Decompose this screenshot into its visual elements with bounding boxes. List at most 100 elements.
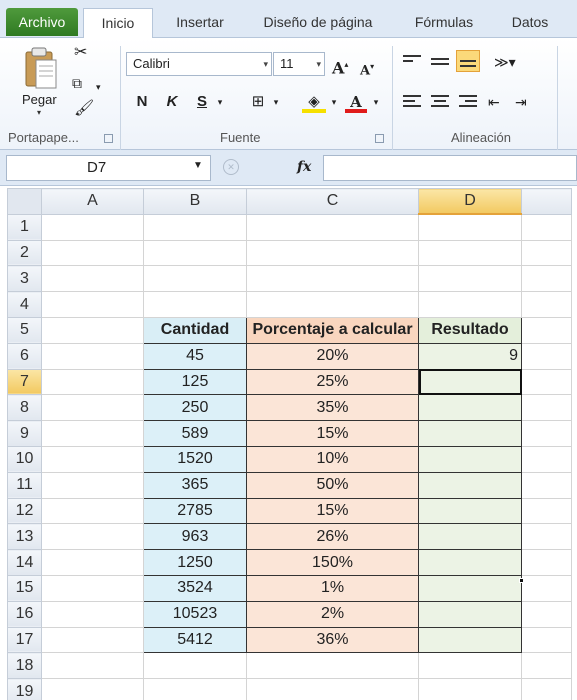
cell-porcentaje[interactable]: 150% [246,549,419,576]
cell-e[interactable] [521,368,572,396]
borders-icon[interactable]: ⊞ [246,91,270,113]
format-painter-icon[interactable]: 🖌 [74,100,94,118]
header-cantidad[interactable]: Cantidad [143,316,247,344]
cell-e[interactable] [521,342,572,370]
row-header[interactable]: 9 [7,420,42,447]
row-header[interactable]: 11 [7,471,42,499]
cell-cantidad[interactable]: 10523 [143,600,247,628]
cell-porcentaje[interactable]: 35% [246,394,419,422]
cell-d[interactable] [418,239,522,267]
cell-a[interactable] [41,600,144,628]
cell-resultado[interactable] [418,600,522,628]
copy-icon[interactable]: ⧉ [72,74,82,92]
fill-dropdown-icon[interactable]: ▾ [328,91,340,113]
cell-cantidad[interactable]: 589 [143,420,247,447]
cell-a[interactable] [41,678,144,700]
tab-diseno-pagina[interactable]: Diseño de página [248,8,388,38]
cell-e[interactable] [521,574,572,602]
header-resultado[interactable]: Resultado [418,316,522,344]
row-header[interactable]: 5 [7,316,42,344]
cell-porcentaje[interactable]: 15% [246,420,419,447]
cell-cantidad[interactable]: 963 [143,523,247,551]
align-middle-icon[interactable] [428,52,452,74]
select-all-corner[interactable] [7,188,42,215]
cell-d[interactable] [418,652,522,680]
cell-cantidad[interactable]: 2785 [143,497,247,525]
cell-a[interactable] [41,368,144,396]
cell-cantidad[interactable]: 45 [143,342,247,370]
cell-cantidad[interactable]: 3524 [143,574,247,602]
row-header[interactable]: 12 [7,497,42,525]
cut-icon[interactable]: ✂ [74,44,87,62]
font-launcher-icon[interactable] [375,134,384,143]
cell-a[interactable] [41,213,144,241]
underline-button[interactable]: S [192,91,212,113]
row-header[interactable]: 16 [7,600,42,628]
shrink-font-icon[interactable]: A▾ [360,57,374,80]
cell-porcentaje[interactable]: 36% [246,626,419,654]
paste-dropdown-icon[interactable]: ▾ [37,108,41,117]
cell-resultado[interactable] [418,394,522,422]
row-header[interactable]: 2 [7,239,42,267]
row-header[interactable]: 18 [7,652,42,680]
cell-a[interactable] [41,445,144,473]
tab-formulas[interactable]: Fórmulas [405,8,483,38]
cell-d[interactable] [418,678,522,700]
cell-b[interactable] [143,652,247,680]
cell-e[interactable] [521,239,572,267]
insert-function-button[interactable]: fx [297,155,311,179]
cell-c[interactable] [246,291,419,318]
cell-porcentaje[interactable]: 50% [246,471,419,499]
cell-e[interactable] [521,600,572,628]
row-header[interactable]: 13 [7,523,42,551]
row-header[interactable]: 19 [7,678,42,700]
row-header[interactable]: 1 [7,213,42,241]
cell-c[interactable] [246,239,419,267]
formula-cancel-icon[interactable]: ✕ [223,159,239,175]
cell-d[interactable] [418,265,522,293]
cell-cantidad[interactable]: 125 [143,368,247,396]
row-header[interactable]: 14 [7,549,42,576]
formula-input[interactable] [323,155,577,181]
cell-a[interactable] [41,265,144,293]
borders-dropdown-icon[interactable]: ▾ [270,91,282,113]
tab-archivo[interactable]: Archivo [6,8,78,36]
cell-cantidad[interactable]: 5412 [143,626,247,654]
cell-resultado[interactable] [418,574,522,602]
cell-porcentaje[interactable]: 1% [246,574,419,602]
cell-porcentaje[interactable]: 26% [246,523,419,551]
column-header-e[interactable] [521,188,572,215]
cell-e[interactable] [521,626,572,654]
cell-e[interactable] [521,316,572,344]
align-right-icon[interactable] [456,92,480,114]
cell-resultado[interactable] [418,523,522,551]
cell-resultado[interactable] [418,420,522,447]
cell-a[interactable] [41,497,144,525]
font-color-icon[interactable]: A [345,91,367,113]
cell-e[interactable] [521,420,572,447]
align-left-icon[interactable] [400,92,424,114]
fill-handle[interactable] [519,578,524,583]
row-header[interactable]: 17 [7,626,42,654]
header-porcentaje[interactable]: Porcentaje a calcular [246,316,419,344]
cell-e[interactable] [521,678,572,700]
cell-c[interactable] [246,678,419,700]
cell-resultado[interactable] [418,445,522,473]
name-box[interactable]: D7 [6,155,211,181]
column-header-d[interactable]: D [418,188,522,216]
tab-insertar[interactable]: Insertar [165,8,235,38]
row-header[interactable]: 6 [7,342,42,370]
tab-datos[interactable]: Datos [500,8,560,38]
cell-cantidad[interactable]: 365 [143,471,247,499]
underline-dropdown-icon[interactable]: ▾ [214,91,226,113]
cell-a[interactable] [41,471,144,499]
fill-color-icon[interactable]: ◈ [302,91,326,113]
cell-a[interactable] [41,342,144,370]
cell-porcentaje[interactable]: 10% [246,445,419,473]
cell-c[interactable] [246,652,419,680]
cell-cantidad[interactable]: 1520 [143,445,247,473]
column-header-a[interactable]: A [41,188,144,215]
cell-e[interactable] [521,213,572,241]
cell-cantidad[interactable]: 250 [143,394,247,422]
cell-porcentaje[interactable]: 15% [246,497,419,525]
